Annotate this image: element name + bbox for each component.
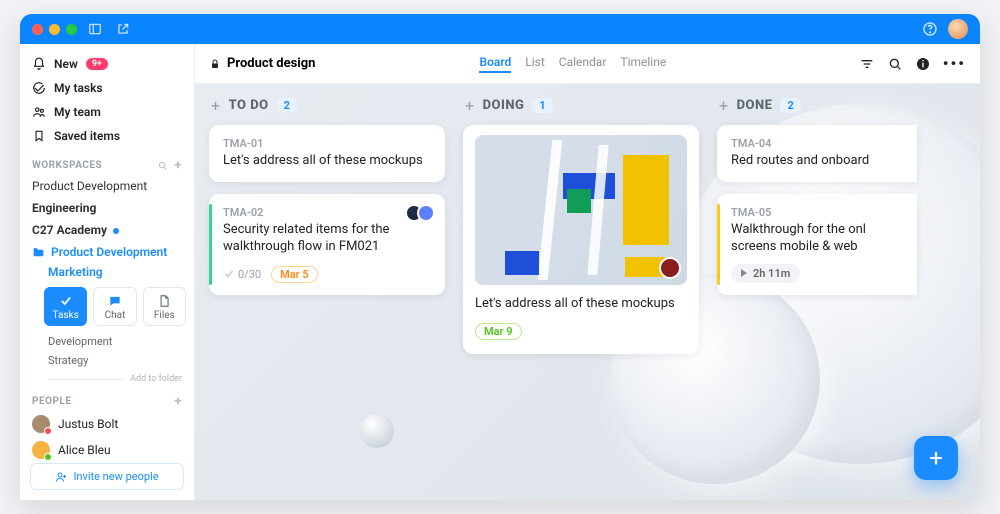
check-circle-icon bbox=[32, 81, 46, 95]
due-date-pill: Mar 9 bbox=[475, 323, 522, 340]
tasks-tab[interactable]: Tasks bbox=[44, 287, 87, 326]
sidebar-toggle-icon[interactable] bbox=[85, 19, 105, 39]
add-card-icon[interactable]: + bbox=[465, 96, 475, 115]
add-person-icon[interactable]: + bbox=[174, 396, 182, 407]
user-avatar[interactable] bbox=[948, 19, 968, 39]
view-tab-timeline[interactable]: Timeline bbox=[620, 55, 666, 73]
files-tab[interactable]: Files bbox=[143, 287, 186, 326]
time-tracker[interactable]: 2h 11m bbox=[731, 264, 800, 283]
view-tab-list[interactable]: List bbox=[525, 55, 545, 73]
check-icon bbox=[59, 294, 73, 308]
column-done: + DONE 2 TMA-04 Red routes and onboard TMA… bbox=[717, 96, 917, 307]
priority-stripe bbox=[209, 204, 212, 285]
play-icon bbox=[741, 269, 747, 277]
assignee-avatar[interactable] bbox=[417, 204, 435, 222]
folder-icon bbox=[32, 246, 45, 259]
more-menu-icon[interactable]: ••• bbox=[943, 54, 966, 73]
bell-icon bbox=[32, 57, 46, 71]
column-count: 2 bbox=[277, 98, 298, 113]
column-title: DOING bbox=[483, 98, 525, 113]
sidebar: New 9+ My tasks My team Saved items WORK… bbox=[20, 44, 195, 500]
task-title: Let's address all of these mockups bbox=[223, 152, 431, 170]
task-id: TMA-01 bbox=[223, 137, 431, 150]
column-count: 2 bbox=[780, 98, 801, 113]
column-doing: +DOING1 Let's address all of th bbox=[463, 96, 699, 366]
priority-stripe bbox=[717, 204, 720, 285]
search-icon[interactable] bbox=[887, 56, 903, 72]
person-item[interactable]: Alice Bleu bbox=[20, 437, 194, 463]
new-label: New bbox=[54, 57, 78, 71]
task-title: Red routes and onboard bbox=[731, 152, 903, 170]
add-workspace-icon[interactable]: + bbox=[174, 160, 182, 171]
sidebar-subitem[interactable]: Strategy bbox=[20, 351, 194, 370]
task-card[interactable]: TMA-04 Red routes and onboard bbox=[717, 125, 917, 182]
plus-icon: + bbox=[929, 444, 943, 472]
task-card[interactable]: TMA-05 Walkthrough for the onl screens m… bbox=[717, 194, 917, 295]
view-tab-calendar[interactable]: Calendar bbox=[559, 55, 607, 73]
task-title: Let's address all of these mockups bbox=[475, 295, 687, 313]
column-todo: + TO DO 2 TMA-01 Let's address all of thes… bbox=[209, 96, 445, 307]
search-icon[interactable] bbox=[157, 160, 168, 171]
new-count-badge: 9+ bbox=[86, 58, 108, 70]
bookmark-icon bbox=[32, 129, 46, 143]
task-card[interactable]: TMA-01 Let's address all of these mockup… bbox=[209, 125, 445, 182]
open-external-icon[interactable] bbox=[113, 19, 133, 39]
saved-items-link[interactable]: Saved items bbox=[30, 124, 184, 148]
view-tabs: Board List Calendar Timeline bbox=[479, 55, 666, 73]
task-id: TMA-04 bbox=[731, 137, 903, 150]
title-bar bbox=[20, 14, 980, 44]
workspaces-section-title: WORKSPACES + bbox=[20, 152, 194, 175]
column-count: 1 bbox=[532, 98, 553, 113]
add-fab[interactable]: + bbox=[914, 436, 958, 480]
window-controls[interactable] bbox=[32, 24, 77, 35]
chat-icon bbox=[108, 294, 122, 308]
chat-tab[interactable]: Chat bbox=[93, 287, 136, 326]
due-date-pill: Mar 5 bbox=[271, 266, 318, 283]
assignee-avatar[interactable] bbox=[659, 257, 681, 279]
main-header: Product design Board List Calendar Timel… bbox=[195, 44, 980, 84]
invite-button[interactable]: Invite new people bbox=[30, 463, 184, 490]
minimize-window-icon[interactable] bbox=[49, 24, 60, 35]
add-card-icon[interactable]: + bbox=[719, 96, 729, 115]
assignee-stack bbox=[411, 204, 435, 222]
workspace-item[interactable]: Product Development bbox=[20, 175, 194, 197]
people-section-title: PEOPLE + bbox=[20, 388, 194, 411]
new-button[interactable]: New 9+ bbox=[30, 52, 184, 76]
task-id: TMA-05 bbox=[731, 206, 903, 219]
add-folder-hint[interactable]: Add to folder bbox=[20, 370, 194, 388]
info-icon[interactable] bbox=[915, 56, 931, 72]
help-icon[interactable] bbox=[920, 19, 940, 39]
subfolder-item[interactable]: Marketing bbox=[20, 263, 194, 281]
main-area: Product design Board List Calendar Timel… bbox=[195, 44, 980, 500]
column-title: DONE bbox=[737, 98, 773, 113]
filter-icon[interactable] bbox=[859, 56, 875, 72]
task-thumbnail bbox=[475, 135, 687, 285]
task-card[interactable]: Let's address all of these mockups Mar 9 bbox=[463, 125, 699, 354]
my-tasks-link[interactable]: My tasks bbox=[30, 76, 184, 100]
maximize-window-icon[interactable] bbox=[66, 24, 77, 35]
lock-icon bbox=[209, 58, 221, 70]
person-add-icon bbox=[55, 471, 67, 483]
file-icon bbox=[157, 294, 171, 308]
add-card-icon[interactable]: + bbox=[211, 96, 221, 115]
view-tab-board[interactable]: Board bbox=[479, 55, 511, 73]
task-id: TMA-02 bbox=[223, 206, 431, 219]
team-icon bbox=[32, 105, 46, 119]
task-title: Walkthrough for the onl screens mobile &… bbox=[731, 221, 903, 256]
close-window-icon[interactable] bbox=[32, 24, 43, 35]
sidebar-subitem[interactable]: Development bbox=[20, 332, 194, 351]
task-card[interactable]: TMA-02 Security related items for the wa… bbox=[209, 194, 445, 295]
my-team-link[interactable]: My team bbox=[30, 100, 184, 124]
check-icon bbox=[223, 268, 235, 280]
task-title: Security related items for the walkthrou… bbox=[223, 221, 431, 256]
workspace-item[interactable]: Engineering bbox=[20, 197, 194, 219]
column-title: TO DO bbox=[229, 98, 269, 113]
folder-item[interactable]: Product Development bbox=[20, 241, 194, 263]
kanban-board: + TO DO 2 TMA-01 Let's address all of thes… bbox=[195, 84, 980, 500]
workspace-item[interactable]: C27 Academy bbox=[20, 219, 194, 241]
progress-text: 0/30 bbox=[223, 268, 261, 281]
page-title: Product design bbox=[209, 56, 315, 71]
person-item[interactable]: Justus Bolt bbox=[20, 411, 194, 437]
